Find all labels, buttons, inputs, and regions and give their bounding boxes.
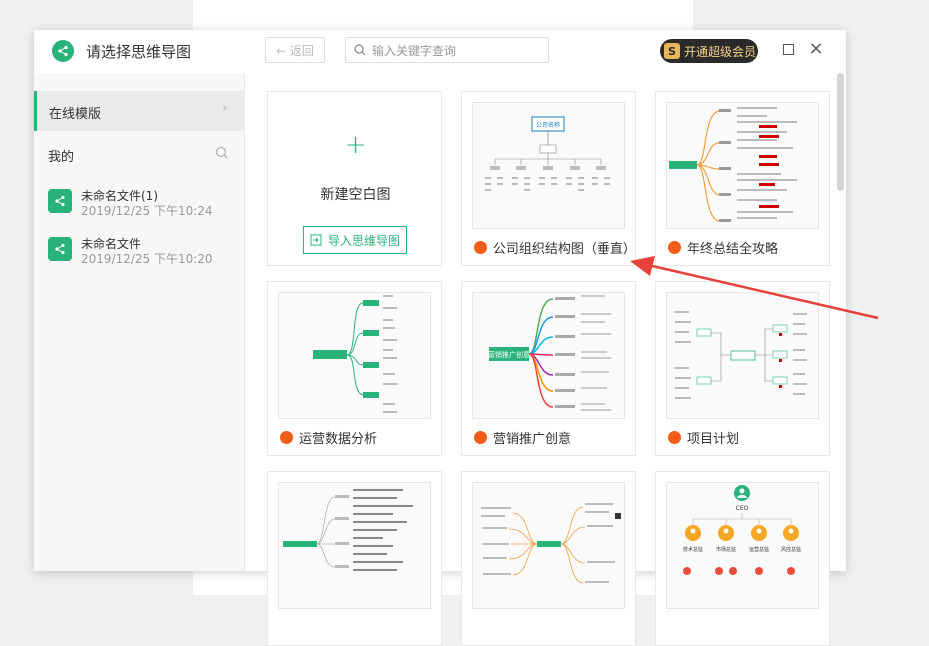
thumb-dept-text: 市场总监 — [716, 546, 736, 553]
import-icon — [310, 234, 322, 246]
template-thumbnail: CEO 技术总监 市场总监 运营总监 风控总监 — [666, 482, 819, 609]
maximize-button[interactable] — [783, 44, 794, 55]
search-placeholder: 输入关键字查询 — [372, 43, 457, 58]
template-label: 公司组织结构图（垂直） — [474, 238, 636, 257]
thumb-dept-text: 技术总监 — [683, 546, 703, 553]
chevron-right-icon: › — [222, 100, 228, 116]
recent-file-item[interactable]: 未命名文件(1) 2019/12/25 下午10:24 — [48, 187, 238, 221]
template-card[interactable] — [267, 471, 442, 646]
template-card[interactable] — [461, 471, 636, 646]
template-card[interactable]: 项目计划 — [655, 281, 830, 456]
search-icon — [354, 44, 366, 56]
template-thumbnail: 公司名称 — [472, 102, 625, 229]
recent-file-item[interactable]: 未命名文件 2019/12/25 下午10:20 — [48, 235, 238, 269]
mindmap-file-icon — [48, 189, 72, 213]
new-blank-label: 新建空白图 — [320, 187, 391, 203]
template-thumbnail: 营销推广创意 — [472, 292, 625, 419]
search-input[interactable]: 输入关键字查询 — [345, 37, 549, 63]
vip-label: 开通超级会员 — [684, 44, 757, 59]
template-card[interactable]: 运营数据分析 — [267, 281, 442, 456]
template-card[interactable]: CEO 技术总监 市场总监 运营总监 风控总监 — [655, 471, 830, 646]
hot-icon — [474, 431, 487, 444]
file-date: 2019/12/25 下午10:24 — [81, 204, 213, 218]
template-name: 营销推广创意 — [493, 432, 572, 447]
template-name: 公司组织结构图（垂直） — [492, 242, 636, 257]
thumb-dept-text: 运营总监 — [749, 546, 769, 553]
sidebar: 在线模版 › 我的 未命名文件(1) 2019/12/25 下午10:24 未命… — [34, 73, 245, 571]
template-thumbnail — [666, 292, 819, 419]
template-thumbnail — [278, 292, 431, 419]
hot-icon — [668, 431, 681, 444]
thumb-root-text: 营销推广创意 — [488, 350, 530, 359]
template-card[interactable]: 营销推广创意 营销推广创意 — [461, 281, 636, 456]
template-card[interactable]: 公司名称 公司组织结构图（垂直） — [461, 91, 636, 266]
template-thumbnail — [278, 482, 431, 609]
template-label: 运营数据分析 — [280, 428, 377, 447]
title-bar: 请选择思维导图 ← 返回 输入关键字查询 S 开通超级会员 × — [34, 30, 846, 72]
hot-icon — [668, 241, 681, 254]
mindmap-select-dialog: 请选择思维导图 ← 返回 输入关键字查询 S 开通超级会员 × 在线模版 › 我… — [34, 30, 846, 646]
mindmap-file-icon — [48, 237, 72, 261]
template-label: 年终总结全攻略 — [668, 238, 778, 257]
plus-icon: + — [344, 130, 367, 160]
sidebar-item-online-templates[interactable]: 在线模版 › — [34, 91, 245, 131]
mindmap-app-icon — [52, 40, 74, 62]
dialog-title: 请选择思维导图 — [86, 43, 192, 61]
sidebar-item-label: 在线模版 — [49, 107, 102, 122]
thumb-ceo-text: CEO — [736, 505, 749, 512]
template-grid: + 新建空白图 导入思维导图 公司名称 公司组织结构图（垂直） 年终总结全攻略 … — [246, 73, 846, 646]
thumb-root-text: 公司名称 — [536, 121, 560, 129]
thumb-dept-text: 风控总监 — [781, 546, 801, 553]
template-card[interactable]: 年终总结全攻略 — [655, 91, 830, 266]
hot-icon — [280, 431, 293, 444]
template-name: 项目计划 — [687, 432, 740, 447]
template-thumbnail — [472, 482, 625, 609]
close-button[interactable]: × — [808, 40, 824, 58]
template-name: 年终总结全攻略 — [687, 242, 779, 257]
sidebar-item-mine[interactable]: 我的 — [48, 146, 74, 165]
import-mindmap-button[interactable]: 导入思维导图 — [303, 226, 407, 254]
new-blank-card[interactable]: + 新建空白图 导入思维导图 — [267, 91, 442, 266]
template-label: 项目计划 — [668, 428, 739, 447]
scrollbar[interactable] — [837, 73, 844, 191]
template-name: 运营数据分析 — [299, 432, 378, 447]
hot-icon — [474, 241, 487, 254]
file-date: 2019/12/25 下午10:20 — [81, 252, 213, 266]
back-button[interactable]: ← 返回 — [265, 37, 325, 63]
search-icon[interactable] — [215, 146, 229, 160]
import-label: 导入思维导图 — [327, 233, 400, 248]
template-label: 营销推广创意 — [474, 428, 571, 447]
vip-badge-icon: S — [664, 43, 680, 59]
template-thumbnail — [666, 102, 819, 229]
vip-upgrade-button[interactable]: S 开通超级会员 — [660, 39, 758, 63]
